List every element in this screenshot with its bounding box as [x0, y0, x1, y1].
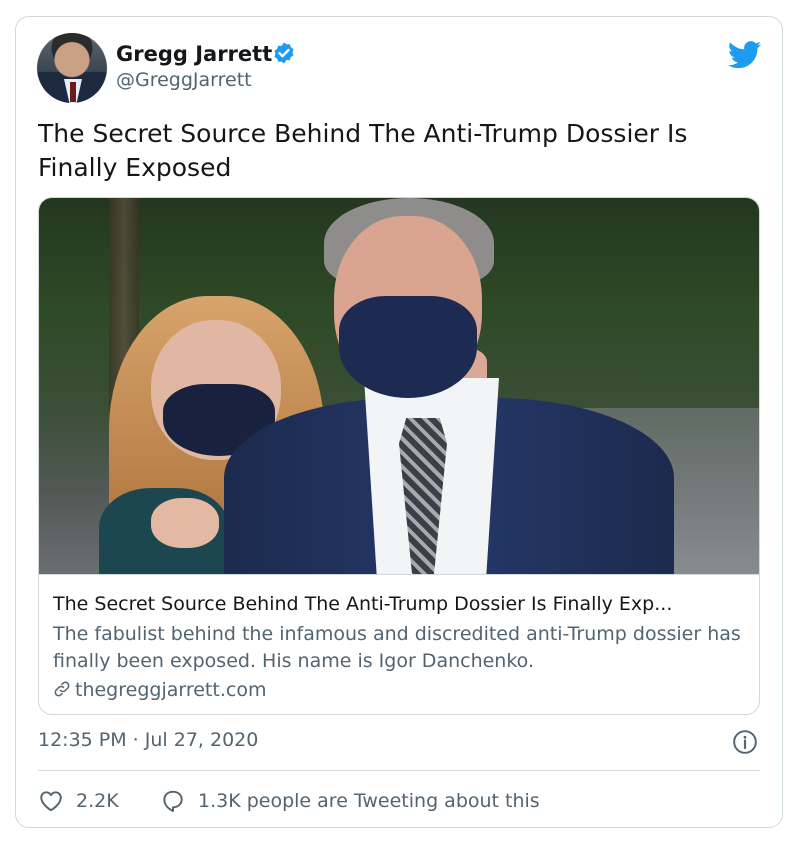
tweet-text: The Secret Source Behind The Anti-Trump … — [38, 119, 688, 182]
speech-bubble-icon — [163, 790, 183, 812]
link-preview-card[interactable]: The Secret Source Behind The Anti-Trump … — [38, 197, 760, 715]
card-domain-text[interactable]: thegreggjarrett.com — [75, 679, 266, 701]
photo-woman-hand — [151, 498, 219, 548]
tweet-card[interactable]: Gregg Jarrett @GreggJarrett The Secret S… — [15, 16, 783, 828]
card-photo[interactable] — [39, 198, 759, 574]
tweet-timestamp[interactable]: 12:35 PM · Jul 27, 2020 — [38, 729, 258, 751]
like-count: 2.2K — [76, 790, 119, 812]
card-body[interactable]: The Secret Source Behind The Anti-Trump … — [39, 574, 759, 714]
user-handle[interactable]: @GreggJarrett — [116, 69, 252, 91]
photo-man-mask — [339, 296, 477, 398]
heart-icon — [40, 791, 62, 812]
card-title[interactable]: The Secret Source Behind The Anti-Trump … — [53, 593, 743, 615]
conversation-link[interactable]: 1.3K people are Tweeting about this — [160, 787, 540, 815]
like-button[interactable]: 2.2K — [38, 787, 119, 815]
link-icon — [54, 681, 70, 697]
conversation-text: 1.3K people are Tweeting about this — [198, 790, 540, 812]
divider — [38, 770, 760, 771]
verified-badge-icon — [274, 42, 294, 64]
card-domain[interactable]: thegreggjarrett.com — [53, 679, 266, 701]
avatar[interactable] — [37, 33, 107, 103]
user-name[interactable]: Gregg Jarrett — [116, 42, 272, 66]
avatar-tie — [70, 82, 76, 102]
info-icon[interactable] — [732, 729, 758, 755]
twitter-bird-icon[interactable] — [728, 41, 762, 69]
card-description: The fabulist behind the infamous and dis… — [53, 623, 741, 672]
